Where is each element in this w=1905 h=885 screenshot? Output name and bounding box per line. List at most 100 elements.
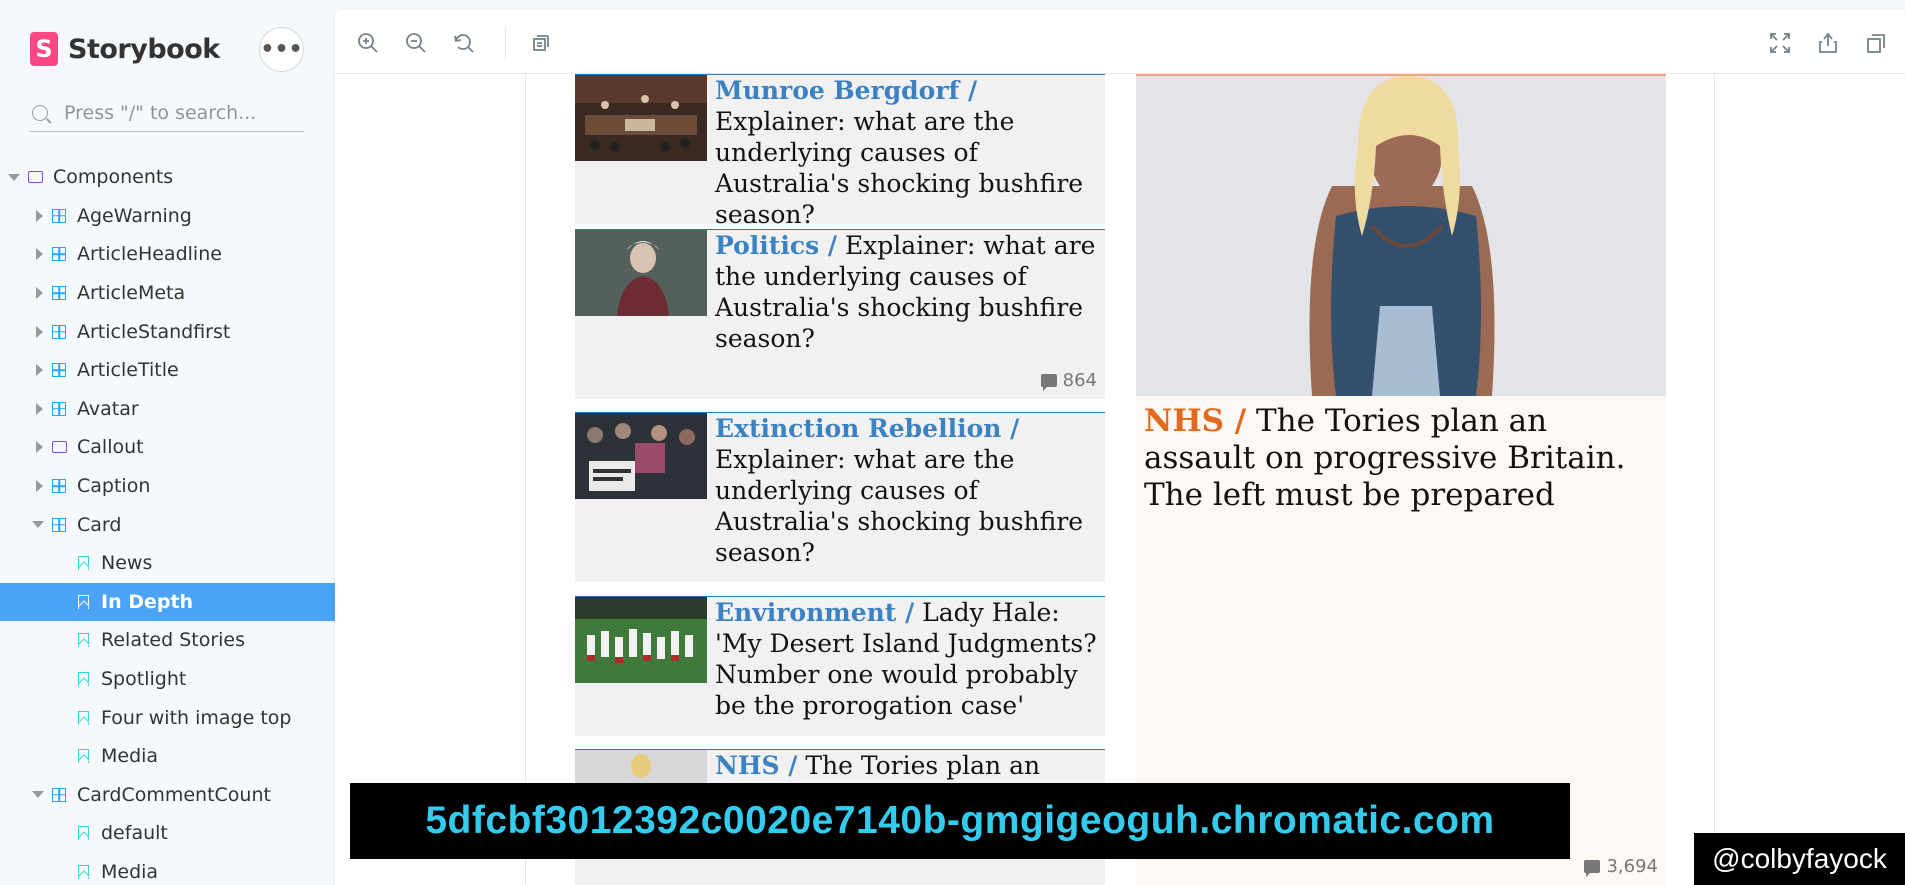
card-headline: Munroe Bergdorf / Explainer: what are th… — [715, 75, 1097, 230]
sidebar-item-label: News — [101, 552, 153, 575]
sidebar-item-articlestandfirst[interactable]: ArticleStandfirst — [0, 312, 335, 351]
sidebar-item-label: CardCommentCount — [77, 783, 271, 806]
sidebar-item-articleheadline[interactable]: ArticleHeadline — [0, 235, 335, 274]
sidebar: S Storybook ••• Components AgeWarning Arti… — [0, 0, 335, 885]
folder-icon — [28, 171, 43, 184]
story-tree: Components AgeWarning ArticleHeadline Artic… — [0, 158, 335, 885]
share-icon[interactable] — [1815, 30, 1841, 56]
zoom-out-icon[interactable] — [403, 30, 429, 56]
sidebar-item-default[interactable]: default — [0, 814, 335, 853]
chevron-down-icon — [32, 791, 44, 799]
sidebar-item-agewarning[interactable]: AgeWarning — [0, 197, 335, 236]
component-icon — [52, 286, 66, 301]
card-politics[interactable]: Politics / Explainer: what are the under… — [575, 229, 1105, 399]
chevron-right-icon — [36, 441, 43, 454]
component-icon — [52, 517, 66, 532]
sidebar-item-label: Media — [101, 860, 159, 883]
sidebar-item-caption[interactable]: Caption — [0, 467, 335, 506]
card-munroe-bergdorf[interactable]: Munroe Bergdorf / Explainer: what are th… — [575, 74, 1105, 229]
folder-icon — [52, 441, 67, 454]
comment-bubble-icon — [1584, 860, 1601, 877]
chevron-right-icon — [36, 364, 43, 377]
chevron-right-icon — [36, 480, 43, 493]
card-headline: Environment / Lady Hale: 'My Desert Isla… — [715, 597, 1097, 721]
component-icon — [52, 324, 66, 339]
card-extinction-rebellion[interactable]: Extinction Rebellion / Explainer: what a… — [575, 412, 1105, 582]
comment-count-value: 864 — [1062, 370, 1097, 391]
comment-count[interactable]: 864 — [1040, 370, 1097, 391]
sidebar-item-avatar[interactable]: Avatar — [0, 390, 335, 429]
card-headline-text: Explainer: what are the underlying cause… — [715, 445, 1084, 567]
sidebar-item-related-stories[interactable]: Related Stories — [0, 621, 335, 660]
sidebar-item-card[interactable]: Card — [0, 505, 335, 544]
sidebar-item-callout[interactable]: Callout — [0, 428, 335, 467]
bookmark-icon — [78, 556, 89, 571]
card-kicker: Environment / — [715, 598, 915, 627]
zoom-in-icon[interactable] — [355, 30, 381, 56]
sidebar-item-label: Callout — [77, 436, 144, 459]
copy-icon[interactable] — [1863, 30, 1889, 56]
preview-panel: Munroe Bergdorf / Explainer: what are th… — [335, 10, 1905, 885]
chevron-right-icon — [36, 402, 43, 415]
comment-bubble-icon — [1040, 374, 1057, 391]
bookmark-icon — [78, 633, 89, 648]
search-input[interactable] — [64, 101, 294, 124]
fullscreen-icon[interactable] — [1767, 30, 1793, 56]
sidebar-item-label: Avatar — [77, 397, 139, 420]
bookmark-icon — [78, 710, 89, 725]
search-bar — [30, 94, 304, 132]
reset-zoom-icon[interactable] — [451, 30, 477, 56]
chevron-right-icon — [36, 209, 43, 222]
bookmark-icon — [78, 826, 89, 841]
card-environment[interactable]: Environment / Lady Hale: 'My Desert Isla… — [575, 596, 1105, 736]
brand[interactable]: S Storybook — [30, 32, 220, 66]
background-icon[interactable] — [527, 30, 553, 56]
feature-comment-count-value: 3,694 — [1606, 856, 1658, 877]
sidebar-item-label: default — [101, 822, 168, 845]
sidebar-item-media[interactable]: Media — [0, 853, 335, 885]
sidebar-item-articletitle[interactable]: ArticleTitle — [0, 351, 335, 390]
more-menu-button[interactable]: ••• — [259, 27, 304, 72]
sidebar-item-label: ArticleHeadline — [77, 243, 222, 266]
feature-comment-count[interactable]: 3,694 — [1584, 856, 1658, 877]
feature-kicker: NHS / — [1144, 403, 1247, 439]
sidebar-item-label: Spotlight — [101, 668, 187, 691]
card-thumbnail-image — [575, 413, 707, 499]
card-thumbnail-image — [575, 597, 707, 683]
component-icon — [52, 479, 66, 494]
sidebar-item-label: Caption — [77, 475, 151, 498]
component-icon — [52, 208, 66, 223]
card-headline: NHS / The Tories plan an — [715, 750, 1097, 781]
storybook-logo-icon: S — [30, 32, 58, 66]
feature-card[interactable]: NHS / The Tories plan an assault on prog… — [1136, 74, 1666, 885]
chevron-right-icon — [36, 325, 43, 338]
sidebar-item-label: ArticleTitle — [77, 359, 179, 382]
sidebar-item-in-depth[interactable]: In Depth — [0, 582, 335, 622]
toolbar — [335, 10, 1905, 74]
card-thumbnail-image — [575, 75, 707, 161]
card-thumbnail-image — [575, 230, 707, 316]
sidebar-item-four-with-image-top[interactable]: Four with image top — [0, 698, 335, 737]
brand-title: Storybook — [68, 33, 220, 65]
card-headline: Extinction Rebellion / Explainer: what a… — [715, 413, 1097, 568]
component-icon — [52, 787, 66, 802]
chevron-down-icon — [32, 521, 44, 529]
sidebar-item-label: ArticleStandfirst — [77, 320, 231, 343]
card-kicker: NHS / — [715, 751, 798, 780]
sidebar-item-label: ArticleMeta — [77, 282, 186, 305]
sidebar-item-label: AgeWarning — [77, 204, 192, 227]
component-icon — [52, 247, 66, 262]
component-icon — [52, 363, 66, 378]
sidebar-item-spotlight[interactable]: Spotlight — [0, 660, 335, 699]
sidebar-item-articlemeta[interactable]: ArticleMeta — [0, 274, 335, 313]
chevron-right-icon — [36, 287, 43, 300]
story-canvas: Munroe Bergdorf / Explainer: what are th… — [335, 74, 1905, 885]
sidebar-item-cardcommentcount[interactable]: CardCommentCount — [0, 776, 335, 815]
chromatic-url: 5dfcbf3012392c0020e7140b-gmgigeoguh.chro… — [425, 799, 1495, 842]
toolbar-divider — [505, 26, 506, 60]
sidebar-item-components[interactable]: Components — [0, 158, 335, 197]
search-icon — [32, 104, 48, 121]
card-kicker: Politics / — [715, 231, 837, 260]
sidebar-item-media[interactable]: Media — [0, 737, 335, 776]
sidebar-item-news[interactable]: News — [0, 544, 335, 583]
